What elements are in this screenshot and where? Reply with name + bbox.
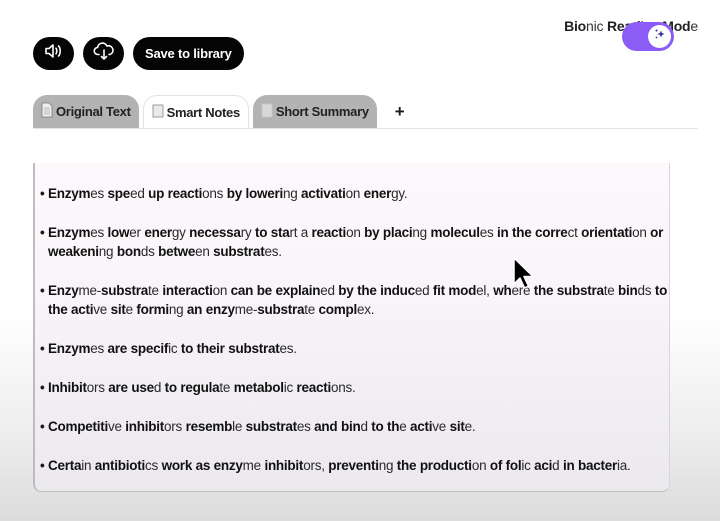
smart-notes-panel[interactable]: Enzymes speed up reactions by lowering a… — [33, 163, 670, 492]
notes-list: Enzymes speed up reactions by lowering a… — [40, 184, 669, 475]
note-item: Enzymes are specific to their substrates… — [40, 339, 669, 358]
note-item: Competitive inhibitors resemble substrat… — [40, 417, 669, 436]
note-item: Enzymes lower energy necessary to start … — [40, 223, 669, 261]
bionic-reading-toggle[interactable] — [622, 22, 674, 51]
note-item: Inhibitors are used to regulate metaboli… — [40, 378, 669, 397]
document-icon — [41, 102, 53, 121]
toggle-knob — [648, 25, 671, 48]
note-item: Enzymes speed up reactions by lowering a… — [40, 184, 669, 203]
save-to-library-button[interactable]: Save to library — [133, 37, 244, 70]
note-item: Enzyme-substrate interaction can be expl… — [40, 281, 669, 319]
sparkles-icon — [653, 27, 667, 46]
tab-bar: Original Text Smart Notes Short Summary … — [33, 95, 698, 129]
notepad-icon — [152, 104, 164, 121]
speaker-icon — [44, 43, 64, 64]
note-item: Certain antibiotics work as enzyme inhib… — [40, 456, 669, 475]
tab-label: Short Summary — [275, 104, 369, 119]
tab-original-text[interactable]: Original Text — [33, 95, 139, 128]
cloud-download-icon — [92, 42, 115, 65]
download-button[interactable] — [83, 37, 124, 70]
tab-label: Smart Notes — [166, 104, 241, 120]
tab-smart-notes[interactable]: Smart Notes — [142, 95, 249, 128]
add-tab-button[interactable]: + — [381, 95, 419, 128]
tab-short-summary[interactable]: Short Summary — [252, 95, 377, 128]
tab-label: Original Text — [56, 104, 131, 119]
page-icon — [261, 103, 273, 121]
read-aloud-button[interactable] — [33, 37, 74, 70]
toolbar: Save to library — [33, 37, 244, 70]
